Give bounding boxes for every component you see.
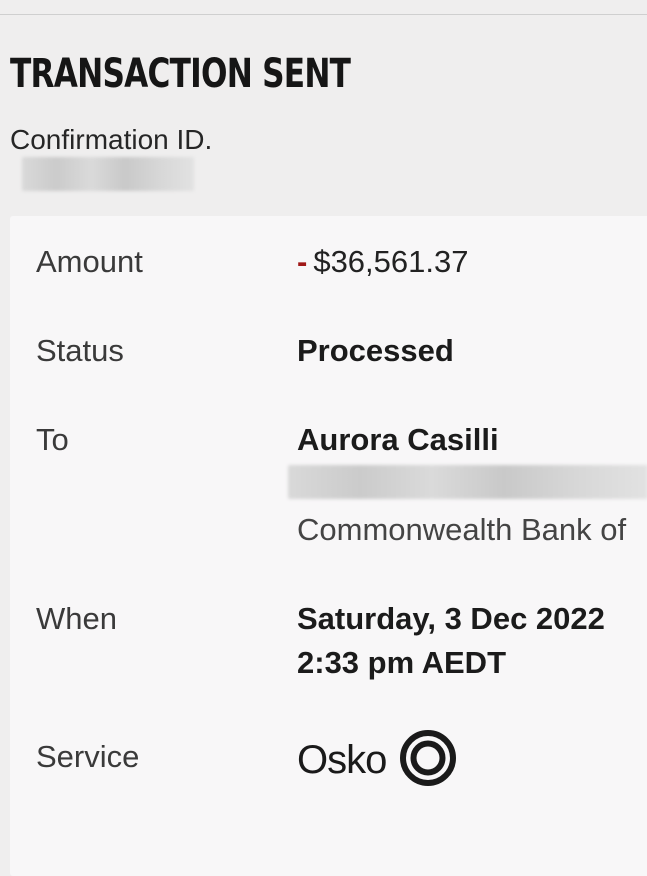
- confirmation-id-label: Confirmation ID.: [10, 124, 213, 155]
- recipient-bank: Commonwealth Bank of: [297, 512, 627, 547]
- page-title: TRANSACTION SENT: [10, 51, 351, 97]
- recipient-name: Aurora Casilli: [297, 422, 499, 457]
- amount-value: - $36,561.37: [297, 244, 468, 280]
- page-header: TRANSACTION SENT: [10, 46, 647, 102]
- when-time: 2:33 pm AEDT: [297, 645, 507, 680]
- to-label: To: [36, 422, 69, 457]
- recipient-account-redacted: [288, 465, 647, 499]
- osko-logo-icon: [398, 728, 458, 793]
- osko-wordmark: Osko: [297, 738, 387, 782]
- amount-number: $36,561.37: [313, 244, 469, 279]
- top-divider: [0, 14, 647, 15]
- negative-sign: -: [297, 244, 308, 279]
- status-label: Status: [36, 333, 124, 368]
- when-date: Saturday, 3 Dec 2022: [297, 601, 605, 636]
- when-value: Saturday, 3 Dec 2022 2:33 pm AEDT: [297, 597, 605, 685]
- when-label: When: [36, 601, 117, 636]
- service-value: Osko: [297, 728, 458, 793]
- confirmation-id-value-redacted: [22, 157, 194, 191]
- amount-label: Amount: [36, 244, 143, 279]
- service-label: Service: [36, 739, 140, 774]
- status-value: Processed: [297, 333, 454, 368]
